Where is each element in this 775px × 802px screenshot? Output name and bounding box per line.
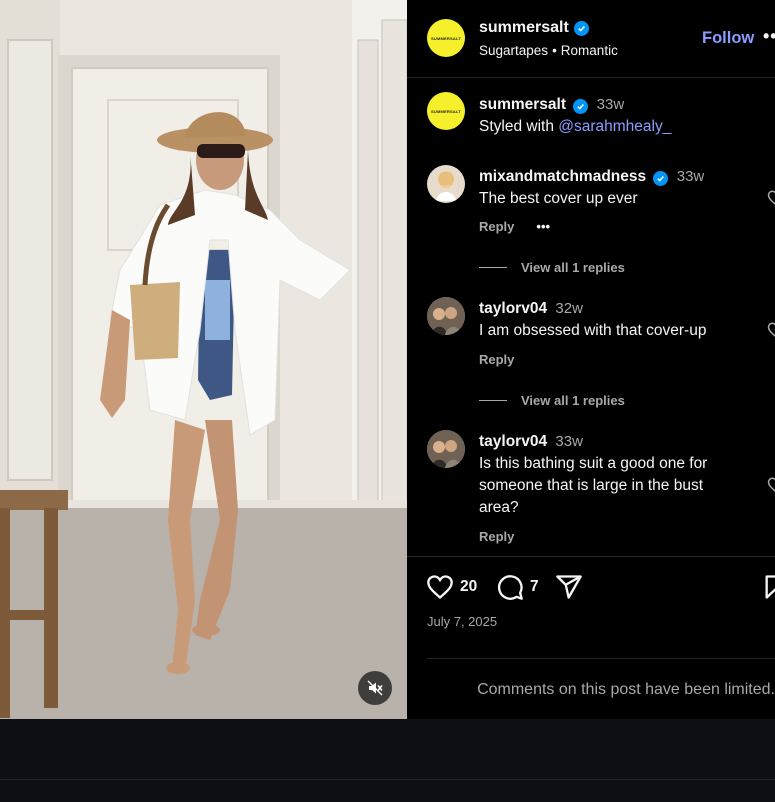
comment-actions: Reply [479, 352, 514, 367]
post-photo [0, 0, 407, 719]
comment-text: The best cover up ever [479, 190, 638, 207]
commenter-avatar[interactable] [427, 430, 465, 468]
audio-separator: • [552, 43, 557, 58]
account-name-row: summersalt [479, 19, 589, 37]
comment-body: mixandmatchmadness 33w The best cover up… [479, 166, 741, 210]
view-replies-text[interactable]: View all 1 replies [521, 393, 625, 408]
caption-time: 33w [596, 96, 625, 113]
verified-icon [573, 99, 589, 114]
heart-icon [427, 575, 453, 600]
share-icon [556, 575, 582, 599]
account-avatar[interactable]: SUMMERSALT [427, 19, 465, 57]
caption-mention[interactable]: @sarahmhealy_ [558, 118, 671, 135]
view-replies-text[interactable]: View all 1 replies [521, 260, 625, 275]
view-replies-button[interactable]: View all 1 replies [479, 260, 625, 275]
avatar-logo-text: SUMMERSALT [431, 108, 461, 114]
comment-username[interactable]: taylorv04 [479, 433, 547, 450]
avatar-logo-text: SUMMERSALT [431, 35, 461, 41]
replies-divider [479, 267, 507, 268]
reply-button[interactable]: Reply [479, 219, 514, 234]
footer-divider [0, 779, 775, 780]
post-header: SUMMERSALT summersalt Sugartapes • Romanti… [407, 0, 775, 78]
comment-time: 33w [555, 433, 583, 450]
comment-button[interactable]: 7 [496, 573, 539, 601]
audio-artist[interactable]: Sugartapes [479, 43, 548, 58]
commenter-avatar[interactable] [427, 165, 465, 203]
reply-button[interactable]: Reply [479, 352, 514, 367]
comment-username[interactable]: taylorv04 [479, 300, 547, 317]
heart-icon[interactable] [767, 189, 775, 207]
share-button[interactable] [555, 573, 583, 601]
comment-actions: Reply ••• [479, 219, 550, 234]
account-username[interactable]: summersalt [479, 19, 569, 37]
comment-time: 32w [555, 300, 583, 317]
audio-info[interactable]: Sugartapes • Romantic [479, 43, 618, 58]
comment-actions: Reply [479, 529, 514, 544]
replies-divider [479, 400, 507, 401]
comment-icon [497, 575, 523, 600]
comment-text: I am obsessed with that cover-up [479, 322, 707, 339]
reply-button[interactable]: Reply [479, 529, 514, 544]
caption-username[interactable]: summersalt [479, 96, 566, 113]
verified-icon [573, 20, 589, 36]
save-button[interactable] [762, 573, 775, 601]
follow-button[interactable]: Follow [702, 29, 754, 48]
caption-text-block: summersalt 33w Styled with @sarahmhealy_ [479, 94, 759, 138]
heart-icon[interactable] [767, 476, 775, 494]
verified-icon [653, 171, 669, 186]
bookmark-icon [765, 575, 775, 599]
comment-options-button[interactable]: ••• [536, 219, 550, 234]
mute-button[interactable] [358, 671, 392, 705]
comments-limited-notice: Comments on this post have been limited. [427, 658, 775, 699]
more-options-button[interactable]: •• [763, 26, 775, 47]
caption-avatar[interactable]: SUMMERSALT [427, 92, 465, 130]
commenter-avatar[interactable] [427, 297, 465, 335]
comment-username[interactable]: mixandmatchmadness [479, 168, 646, 185]
comment-text: Is this bathing suit a good one for some… [479, 455, 708, 516]
caption-text: Styled with [479, 118, 559, 135]
post-media[interactable] [0, 0, 407, 719]
view-replies-button[interactable]: View all 1 replies [479, 393, 625, 408]
heart-icon[interactable] [767, 321, 775, 339]
comment-count[interactable]: 7 [530, 578, 539, 596]
audio-title[interactable]: Romantic [561, 43, 618, 58]
mute-icon [367, 680, 383, 696]
like-button[interactable]: 20 [426, 573, 477, 601]
like-count[interactable]: 20 [460, 578, 477, 596]
comment-body: taylorv04 33w Is this bathing suit a goo… [479, 431, 741, 519]
post-date: July 7, 2025 [427, 614, 498, 629]
post-details-panel: SUMMERSALT summersalt Sugartapes • Romanti… [407, 0, 775, 719]
post-action-bar: 20 7 July 7, 2025 Comments on this post … [407, 556, 775, 719]
comment-time: 33w [676, 168, 705, 185]
comment-body: taylorv04 32w I am obsessed with that co… [479, 298, 741, 342]
